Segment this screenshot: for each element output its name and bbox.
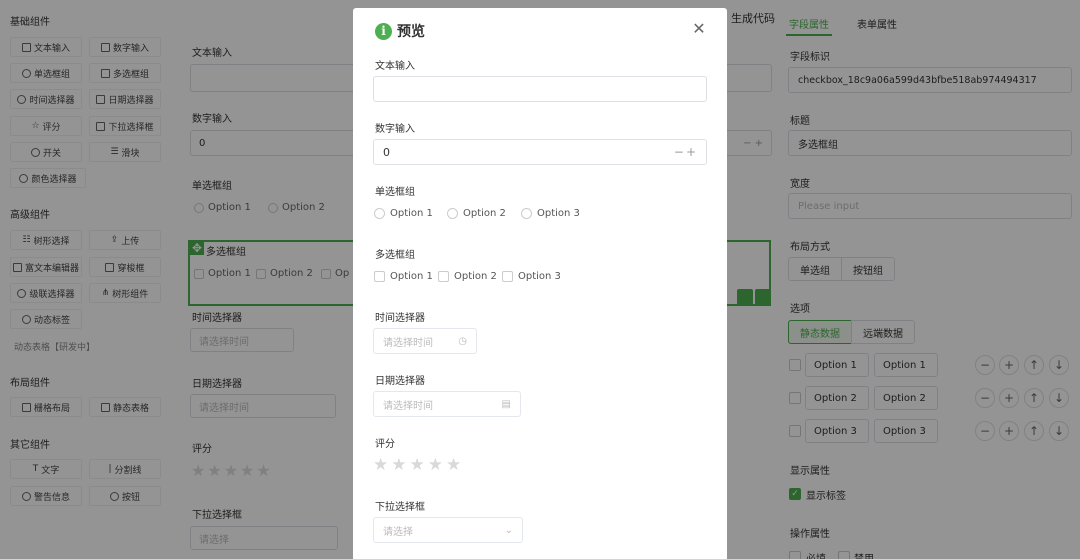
radio-circle-icon <box>374 208 385 219</box>
dialog-header: i 预览 <box>375 21 425 41</box>
time-picker-label: 时间选择器 <box>375 313 425 324</box>
number-input-value: 0 <box>383 145 390 159</box>
calendar-icon: ▤ <box>501 399 511 410</box>
close-icon[interactable]: ✕ <box>691 21 707 37</box>
star-icon[interactable]: ★ <box>373 457 388 474</box>
select-input[interactable]: 请选择 ⌄ <box>373 517 523 543</box>
info-icon: i <box>375 22 392 40</box>
star-icon[interactable]: ★ <box>446 457 461 474</box>
text-input-label: 文本输入 <box>375 61 415 72</box>
date-picker-input[interactable]: 请选择时间 ▤ <box>373 391 521 417</box>
rate-stars[interactable]: ★ ★ ★ ★ ★ <box>373 457 461 474</box>
star-icon[interactable]: ★ <box>428 457 443 474</box>
select-label: 下拉选择框 <box>375 502 425 513</box>
clock-icon: ◷ <box>458 336 467 347</box>
radio-circle-icon <box>447 208 458 219</box>
date-picker-label: 日期选择器 <box>375 376 425 387</box>
checkbox-square-icon <box>502 271 513 282</box>
chevron-down-icon: ⌄ <box>504 525 513 536</box>
stepper-minus-plus-icon[interactable]: −+ <box>674 145 698 159</box>
radio-option-3[interactable]: Option 3 <box>521 208 580 219</box>
number-input-label: 数字输入 <box>375 124 415 135</box>
number-input-field[interactable]: 0 −+ <box>373 139 707 165</box>
dialog-title: 预览 <box>397 24 425 40</box>
checkbox-option-3[interactable]: Option 3 <box>502 271 561 282</box>
radio-option-1[interactable]: Option 1 <box>374 208 433 219</box>
time-picker-input[interactable]: 请选择时间 ◷ <box>373 328 477 354</box>
star-icon[interactable]: ★ <box>391 457 406 474</box>
preview-dialog: i 预览 ✕ 文本输入 数字输入 0 −+ 单选框组 Option 1 Opti… <box>353 8 727 559</box>
checkbox-square-icon <box>374 271 385 282</box>
star-icon[interactable]: ★ <box>410 457 425 474</box>
checkbox-square-icon <box>438 271 449 282</box>
radio-circle-icon <box>521 208 532 219</box>
text-input-field[interactable] <box>373 76 707 102</box>
rate-label: 评分 <box>375 439 395 450</box>
radio-group-label: 单选框组 <box>375 187 415 198</box>
checkbox-group-label: 多选框组 <box>375 250 415 261</box>
checkbox-option-1[interactable]: Option 1 <box>374 271 433 282</box>
radio-option-2[interactable]: Option 2 <box>447 208 506 219</box>
checkbox-option-2[interactable]: Option 2 <box>438 271 497 282</box>
